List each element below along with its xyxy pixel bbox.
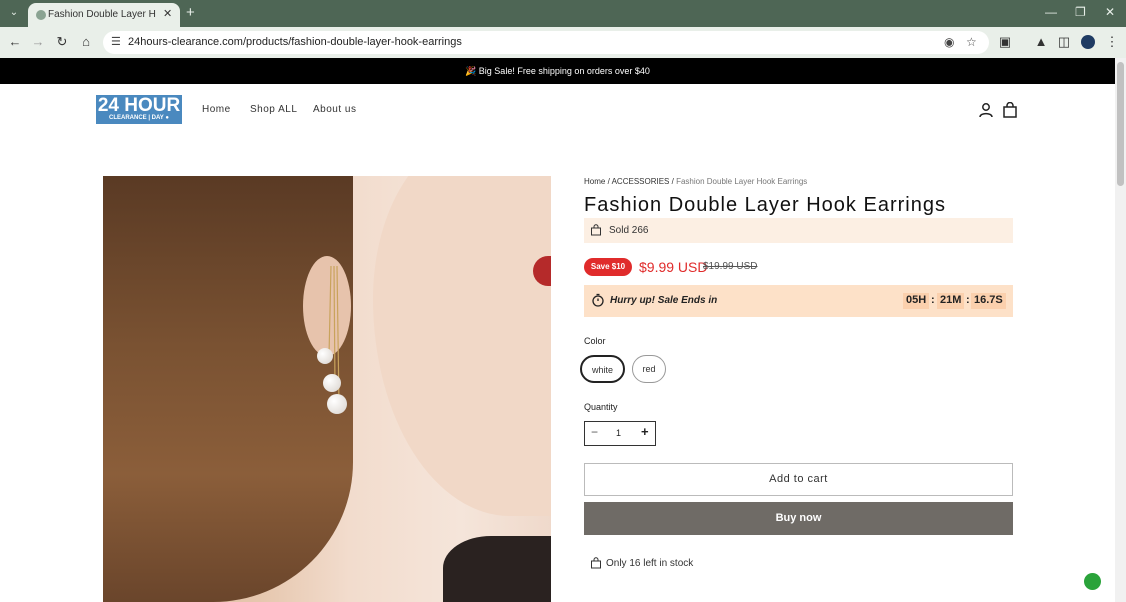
add-to-cart-button[interactable]: Add to cart (584, 463, 1013, 496)
star-icon[interactable]: ☆ (966, 35, 977, 49)
store-logo[interactable]: 24 HOUR CLEARANCE | DAY ● (96, 95, 182, 124)
tab-title: Fashion Double Layer Hook Ea (48, 9, 156, 20)
color-label: Color (584, 336, 606, 346)
account-icon[interactable] (978, 102, 994, 118)
nav-shop-all[interactable]: Shop ALL (250, 104, 297, 115)
quantity-decrease-button[interactable]: − (591, 425, 598, 439)
countdown-seconds: 16.7S (971, 293, 1006, 309)
countdown-separator: : (931, 294, 935, 306)
sale-price: $9.99 USD (639, 259, 708, 275)
close-icon[interactable]: ✕ (163, 7, 172, 20)
announcement-bar: 🎉 Big Sale! Free shipping on orders over… (0, 58, 1115, 84)
extensions-icon[interactable]: ▣ (997, 34, 1013, 50)
stock-notice: Only 16 left in stock (606, 558, 694, 569)
browser-toolbar: ← → ↻ ⌂ ☰ 24hours-clearance.com/products… (0, 27, 1126, 58)
forward-icon[interactable]: → (30, 34, 46, 50)
sold-count: Sold 266 (609, 225, 649, 236)
side-panel-icon[interactable]: ◫ (1056, 34, 1072, 50)
minimize-icon[interactable]: — (1045, 5, 1057, 19)
breadcrumb-separator: / (671, 177, 674, 186)
countdown-label: Hurry up! Sale Ends in (610, 295, 718, 306)
breadcrumb-separator: / (607, 177, 610, 186)
color-option-white[interactable]: white (580, 355, 625, 383)
buy-now-button[interactable]: Buy now (584, 502, 1013, 535)
tab-favicon-icon (36, 10, 46, 20)
quantity-stepper: − 1 + (584, 421, 656, 446)
photo-pearl (317, 348, 333, 364)
countdown-minutes: 21M (937, 293, 965, 309)
address-bar[interactable]: ☰ 24hours-clearance.com/products/fashion… (103, 31, 989, 54)
new-tab-icon[interactable]: + (186, 4, 195, 21)
window-close-icon[interactable]: ✕ (1105, 5, 1115, 19)
logo-subtext: CLEARANCE | DAY ● (109, 115, 169, 121)
logo-text: 24 HOUR (97, 95, 181, 116)
labs-icon[interactable]: ▲ (1033, 34, 1049, 50)
bag-icon (591, 557, 601, 569)
browser-tab-strip: ⌄ Fashion Double Layer Hook Ea ✕ + — ❐ ✕ (0, 0, 1126, 27)
eye-off-icon[interactable]: ◉ (944, 35, 954, 49)
browser-tab[interactable]: Fashion Double Layer Hook Ea ✕ (28, 3, 180, 27)
scrollbar-thumb[interactable] (1117, 62, 1124, 186)
reload-icon[interactable]: ↻ (54, 34, 70, 50)
restore-icon[interactable]: ❐ (1075, 5, 1086, 19)
tab-list-icon[interactable]: ⌄ (6, 5, 22, 21)
photo-pearl (327, 394, 347, 414)
nav-home[interactable]: Home (202, 104, 231, 115)
product-title: Fashion Double Layer Hook Earrings (584, 194, 946, 216)
compare-price: $19.99 USD (703, 261, 758, 272)
countdown-hours: 05H (903, 293, 930, 309)
profile-icon[interactable] (1081, 35, 1095, 49)
nav-about-us[interactable]: About us (313, 104, 356, 115)
photo-hair (103, 176, 353, 602)
photo-face (373, 176, 551, 516)
breadcrumb-category[interactable]: ACCESSORIES (612, 177, 670, 186)
breadcrumb: Home / ACCESSORIES / Fashion Double Laye… (584, 177, 807, 186)
color-option-red[interactable]: red (632, 355, 666, 383)
quantity-increase-button[interactable]: + (641, 424, 649, 439)
url-text[interactable]: 24hours-clearance.com/products/fashion-d… (128, 36, 462, 48)
photo-pearl (323, 374, 341, 392)
back-icon[interactable]: ← (7, 34, 23, 50)
site-info-icon[interactable]: ☰ (111, 35, 121, 48)
countdown-separator: : (966, 294, 970, 306)
home-icon[interactable]: ⌂ (78, 34, 94, 50)
quantity-label: Quantity (584, 402, 618, 412)
quantity-input[interactable]: 1 (616, 428, 621, 438)
more-icon[interactable]: ⋮ (1104, 34, 1120, 50)
breadcrumb-home[interactable]: Home (584, 177, 605, 186)
chat-widget-icon[interactable] (1084, 573, 1101, 590)
bag-icon (591, 224, 601, 236)
stopwatch-icon (592, 293, 604, 307)
save-badge: Save $10 (584, 258, 632, 276)
sale-countdown: Hurry up! Sale Ends in 05H : 21M : 16.7S (584, 285, 1013, 317)
photo-clothing (443, 536, 551, 602)
cart-icon[interactable] (1002, 102, 1018, 118)
product-image[interactable] (103, 176, 551, 602)
breadcrumb-current: Fashion Double Layer Hook Earrings (676, 177, 808, 186)
sold-banner: Sold 266 (584, 218, 1013, 243)
